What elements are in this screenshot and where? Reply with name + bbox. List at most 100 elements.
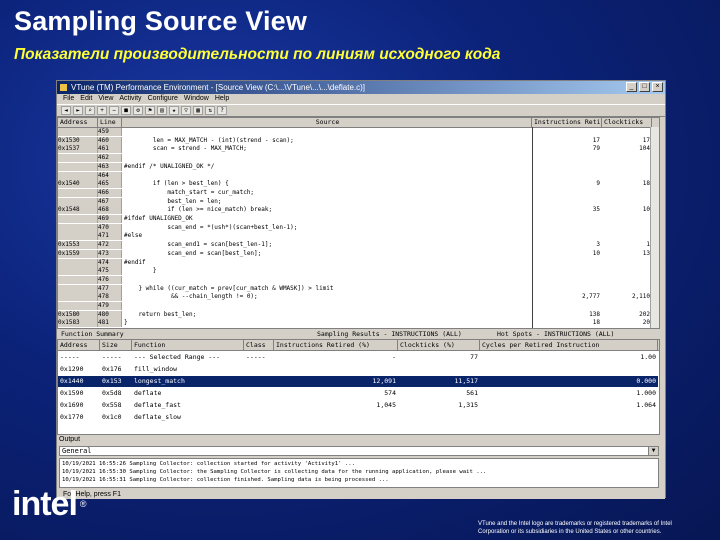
tab-sampling-results[interactable]: Sampling Results - INSTRUCTIONS (ALL) bbox=[317, 329, 462, 339]
source-row[interactable]: 0x1583 481} 18 20 bbox=[58, 319, 658, 328]
tab-function-summary[interactable]: Function Summary bbox=[61, 329, 124, 339]
fcol-instructions[interactable]: Instructions Retired (%) bbox=[274, 340, 398, 350]
fcol-size[interactable]: Size bbox=[100, 340, 132, 350]
fcol-function[interactable]: Function bbox=[132, 340, 244, 350]
col-line[interactable]: Line bbox=[98, 118, 122, 127]
function-row[interactable]: 0x1440 0x153 longest_match 12,091 11,517 0.00… bbox=[58, 376, 658, 387]
source-row[interactable]: 476 bbox=[58, 275, 658, 284]
back-icon[interactable]: ◄ bbox=[61, 106, 71, 115]
fcol-clockticks[interactable]: Clockticks (%) bbox=[398, 340, 480, 350]
log-line: 10/19/2021 16:55:26 Sampling Collector: … bbox=[62, 461, 355, 467]
source-row[interactable]: 0x1540 465 if (len > best_len) {9 18 bbox=[58, 180, 658, 189]
col-clockticks[interactable]: Clockticks bbox=[602, 118, 652, 127]
source-row[interactable]: 0x1553 472 scan_end1 = scan[best_len-1]; 3… bbox=[58, 241, 658, 250]
source-clockticks bbox=[604, 189, 650, 197]
source-row[interactable]: 0x1580 480 return best_len; 138 202 bbox=[58, 310, 658, 319]
chevron-down-icon[interactable]: ▼ bbox=[648, 447, 658, 455]
table-icon[interactable]: ▦ bbox=[193, 106, 203, 115]
close-button[interactable]: × bbox=[652, 82, 663, 92]
col-source[interactable]: Source bbox=[122, 118, 532, 127]
output-category-select[interactable]: General ▼ bbox=[59, 446, 659, 456]
source-line-number: 467 bbox=[98, 197, 122, 206]
source-clockticks bbox=[604, 198, 650, 206]
source-row[interactable]: 463 #endif /* UNALIGNED_OK */ bbox=[58, 162, 658, 171]
sort-icon[interactable]: ⇅ bbox=[205, 106, 215, 115]
source-row[interactable]: 0x1537 461 scan = strend - MAX_MATCH; 79 10… bbox=[58, 145, 658, 154]
source-address: 0x1583 bbox=[58, 319, 98, 328]
source-instructions: 79 bbox=[592, 145, 600, 153]
window-titlebar[interactable]: VTune (TM) Performance Environment - [So… bbox=[57, 81, 665, 94]
fcol-cpi[interactable]: Cycles per Retired Instruction bbox=[480, 340, 658, 350]
chart-icon[interactable]: ▤ bbox=[157, 106, 167, 115]
source-row[interactable]: 478 && --chain_length != 0); 2,777 2,110 bbox=[58, 293, 658, 302]
source-code: if (len >= nice_match) break; bbox=[124, 206, 273, 214]
function-row[interactable]: ----- ----- --- Selected Range --- ----- -77… bbox=[58, 352, 658, 363]
filter-icon[interactable]: ▽ bbox=[181, 106, 191, 115]
source-instructions bbox=[534, 163, 600, 171]
maximize-button[interactable]: □ bbox=[639, 82, 650, 92]
source-row[interactable]: 475 } bbox=[58, 267, 658, 276]
help-icon[interactable]: ? bbox=[217, 106, 227, 115]
col-address[interactable]: Address bbox=[58, 118, 98, 127]
function-row[interactable]: 0x1770 0x1c0 deflate_slow bbox=[58, 412, 658, 423]
source-row[interactable]: 0x1530 460 len = MAX_MATCH - (int)(strend… bbox=[58, 136, 658, 145]
zoom-in-icon[interactable]: + bbox=[97, 106, 107, 115]
source-line-number: 470 bbox=[98, 223, 122, 232]
zoom-out-icon[interactable]: − bbox=[109, 106, 119, 115]
log-line: 10/19/2021 16:55:30 Sampling Collector: … bbox=[62, 469, 487, 475]
trademark-line: VTune and the Intel logo are trademarks … bbox=[478, 521, 672, 527]
minimize-button[interactable]: _ bbox=[626, 82, 637, 92]
source-row[interactable]: 477 } while ((cur_match = prev[cur_match… bbox=[58, 284, 658, 293]
source-row[interactable]: 471 #else bbox=[58, 232, 658, 241]
source-row[interactable]: 467 best_len = len; bbox=[58, 197, 658, 206]
function-row[interactable]: 0x1590 0x5d8 deflate 574 561 1.000 bbox=[58, 388, 658, 399]
hotspot-icon[interactable]: ★ bbox=[169, 106, 179, 115]
source-row[interactable]: 462 bbox=[58, 154, 658, 163]
source-line-number: 462 bbox=[98, 154, 122, 163]
source-clockticks: 17 bbox=[642, 136, 650, 144]
source-row[interactable]: 470 scan_end = *(ush*)(scan+best_len-1); bbox=[58, 223, 658, 232]
forward-icon[interactable]: ► bbox=[73, 106, 83, 115]
source-code: scan_end = *(ush*)(scan+best_len-1); bbox=[124, 223, 298, 231]
source-row[interactable]: 466 match_start = cur_match; bbox=[58, 188, 658, 197]
function-name: deflate_slow bbox=[134, 413, 181, 421]
find-icon[interactable]: ⌕ bbox=[85, 106, 95, 115]
menu-help[interactable]: Help bbox=[215, 94, 229, 104]
settings-icon[interactable]: ⚙ bbox=[133, 106, 143, 115]
function-name: --- Selected Range --- bbox=[134, 353, 221, 361]
source-code: scan = strend - MAX_MATCH; bbox=[124, 145, 247, 153]
source-row[interactable]: 459 bbox=[58, 128, 658, 136]
source-instructions bbox=[534, 172, 600, 180]
source-code: scan_end = scan[best_len]; bbox=[124, 249, 262, 257]
function-row[interactable]: 0x1290 0x176 fill_window bbox=[58, 364, 658, 375]
menu-window[interactable]: Window bbox=[184, 94, 209, 104]
menu-edit[interactable]: Edit bbox=[80, 94, 92, 104]
col-instructions[interactable]: Instructions Retired bbox=[532, 118, 602, 127]
source-scrollbar[interactable] bbox=[650, 127, 659, 328]
fcol-address[interactable]: Address bbox=[58, 340, 100, 350]
source-row[interactable]: 0x1559 473 scan_end = scan[best_len]; 10 13 bbox=[58, 249, 658, 258]
source-instructions bbox=[534, 189, 600, 197]
source-row[interactable]: 469 #ifdef UNALIGNED_OK bbox=[58, 215, 658, 223]
menu-file[interactable]: File bbox=[63, 94, 74, 104]
tab-hot-spots[interactable]: Hot Spots - INSTRUCTIONS (ALL) bbox=[497, 329, 614, 339]
bookmark-icon[interactable]: ⚑ bbox=[145, 106, 155, 115]
source-instructions: 3 bbox=[596, 241, 600, 249]
menu-activity[interactable]: Activity bbox=[119, 94, 141, 104]
function-size: 0x153 bbox=[102, 377, 122, 385]
menu-view[interactable]: View bbox=[98, 94, 113, 104]
source-row[interactable]: 474 #endif bbox=[58, 258, 658, 267]
fcol-class[interactable]: Class bbox=[244, 340, 274, 350]
stop-icon[interactable]: ■ bbox=[121, 106, 131, 115]
source-line-number: 463 bbox=[98, 162, 122, 171]
menu-configure[interactable]: Configure bbox=[148, 94, 178, 104]
function-row[interactable]: 0x1690 0x558 deflate_fast 1,045 1,315 1.064 bbox=[58, 400, 658, 411]
source-row[interactable]: 464 bbox=[58, 171, 658, 180]
intel-logo: intel ® bbox=[12, 487, 86, 521]
source-row[interactable]: 0x1548 468 if (len >= nice_match) break; 3… bbox=[58, 206, 658, 215]
source-address bbox=[58, 154, 98, 163]
source-clockticks bbox=[604, 276, 650, 284]
source-code: best_len = len; bbox=[124, 197, 222, 205]
source-row[interactable]: 479 bbox=[58, 302, 658, 310]
source-address bbox=[58, 188, 98, 197]
